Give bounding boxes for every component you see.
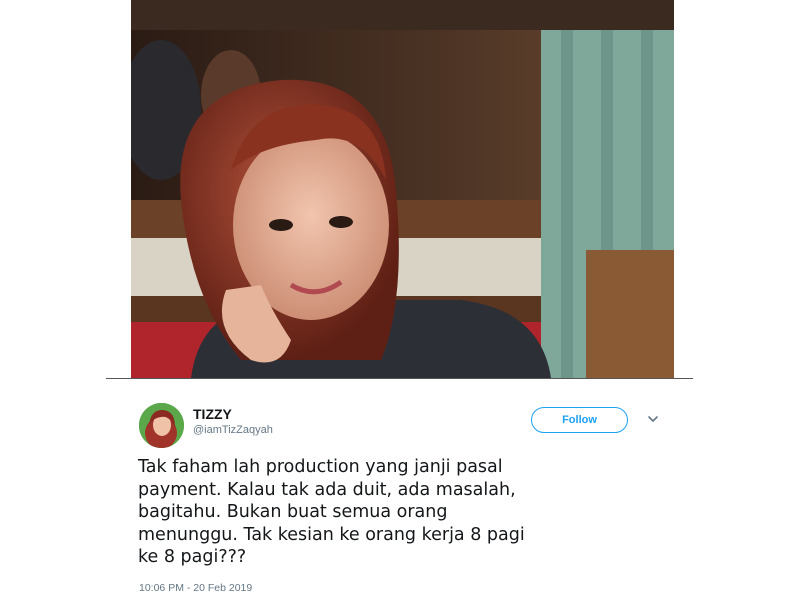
- tweet-text: Tak faham lah production yang janji pasa…: [138, 457, 525, 567]
- display-name[interactable]: TIZZY: [193, 406, 232, 422]
- avatar[interactable]: [139, 403, 184, 448]
- tweet-photo[interactable]: [131, 0, 674, 378]
- follow-button[interactable]: Follow: [531, 407, 628, 433]
- divider: [106, 378, 693, 379]
- tweet-timestamp[interactable]: 10:06 PM - 20 Feb 2019: [139, 582, 252, 594]
- chevron-down-icon[interactable]: [646, 412, 660, 426]
- user-handle[interactable]: @iamTizZaqyah: [193, 424, 273, 436]
- avatar-image: [139, 403, 184, 448]
- photo-image: [131, 0, 674, 378]
